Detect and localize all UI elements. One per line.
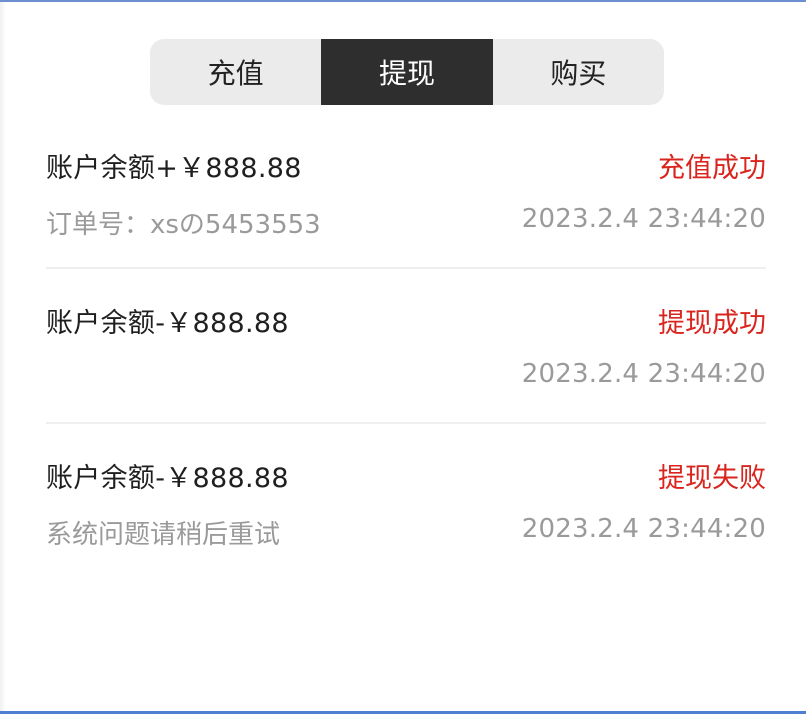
list-item[interactable]: 账户余额-￥888.88 提现成功 2023.2.4 23:44:20 [46, 269, 766, 424]
failure-reason: 系统问题请稍后重试 [46, 520, 281, 550]
left-edge-shadow [0, 2, 6, 711]
list-item[interactable]: 账户余额-￥888.88 提现失败 系统问题请稍后重试 2023.2.4 23:… [46, 424, 766, 579]
order-number: 订单号：xsの5453553 [46, 210, 321, 240]
timestamp: 2023.2.4 23:44:20 [521, 359, 766, 389]
balance-change: 账户余额-￥888.88 [46, 308, 289, 339]
balance-change: 账户余额-￥888.88 [46, 463, 289, 494]
list-item[interactable]: 账户余额+￥888.88 充值成功 订单号：xsの5453553 2023.2.… [46, 114, 766, 269]
segmented-tabs: 充值 提现 购买 [150, 39, 664, 105]
tab-withdraw[interactable]: 提现 [321, 39, 493, 105]
timestamp: 2023.2.4 23:44:20 [521, 514, 766, 544]
status-text: 提现成功 [658, 308, 766, 339]
status-text: 提现失败 [658, 463, 766, 494]
timestamp: 2023.2.4 23:44:20 [521, 204, 766, 234]
transaction-list: 账户余额+￥888.88 充值成功 订单号：xsの5453553 2023.2.… [46, 114, 766, 579]
balance-change: 账户余额+￥888.88 [46, 153, 302, 184]
tab-recharge[interactable]: 充值 [150, 39, 321, 105]
status-text: 充值成功 [658, 153, 766, 184]
tab-purchase[interactable]: 购买 [493, 39, 664, 105]
screen-frame: 充值 提现 购买 账户余额+￥888.88 充值成功 订单号：xsの545355… [0, 0, 806, 714]
